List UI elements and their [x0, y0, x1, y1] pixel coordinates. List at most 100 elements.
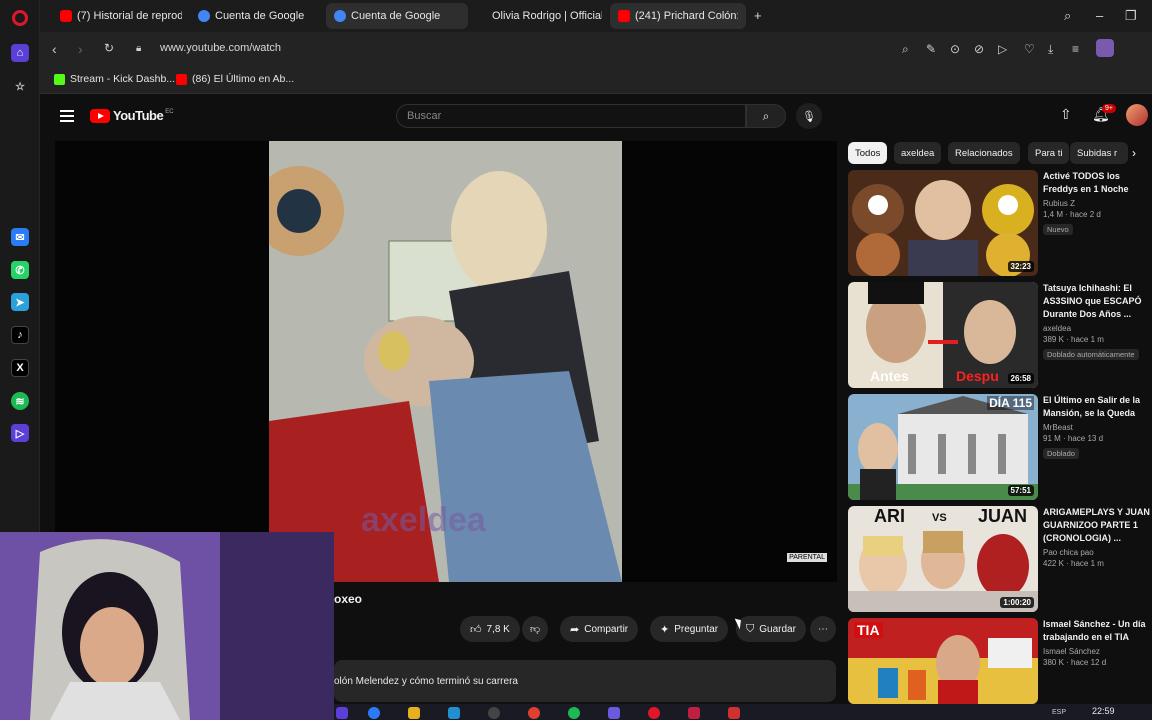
chip-todos[interactable]: Todos — [848, 142, 888, 164]
related-thumbnail[interactable]: TIA — [848, 618, 1038, 704]
related-thumbnail[interactable]: 32:23 — [848, 170, 1038, 276]
related-channel[interactable]: Pao chica pao — [1043, 548, 1152, 557]
screen: ⌂ ☆ ✉ ✆ ➤ ♪ X ≋ ▷ (7) Historial de repro… — [0, 0, 1152, 720]
x-twitter-icon[interactable]: X — [11, 359, 29, 377]
related-thumbnail[interactable]: Antes Despu 26:58 — [848, 282, 1038, 388]
edit-icon[interactable]: ✎ — [926, 42, 936, 56]
tab-4[interactable]: Olivia Rodrigo | Official Si — [484, 3, 610, 29]
related-title[interactable]: Ismael Sánchez - Un día trabajando en el… — [1043, 618, 1152, 644]
forward-icon[interactable]: › — [78, 41, 83, 57]
chrome-icon[interactable] — [528, 707, 540, 719]
find-icon[interactable]: ⌕ — [902, 42, 909, 57]
chevron-right-icon[interactable]: › — [1132, 146, 1136, 160]
adblock-icon[interactable]: ⊘ — [974, 42, 984, 56]
related-video[interactable]: Antes Despu 26:58 Tatsuya Ichihashi: El … — [848, 282, 1148, 390]
bookmark-label: (86) El Último en Ab... — [192, 73, 295, 85]
related-channel[interactable]: axeldea — [1043, 324, 1152, 333]
app-icon[interactable] — [728, 707, 740, 719]
language-indicator[interactable]: ESP — [1052, 709, 1066, 716]
related-thumbnail[interactable]: ARI VS JUAN 1:00:20 — [848, 506, 1038, 612]
related-video[interactable]: TIA Ismael Sánchez - Un día trabajando e… — [848, 618, 1148, 704]
related-title[interactable]: El Último en Salir de la Mansión, se la … — [1043, 394, 1152, 420]
chip-subidas[interactable]: Subidas r — [1070, 142, 1128, 164]
spotify-icon[interactable]: ≋ — [11, 392, 29, 410]
video-player[interactable]: axeldea PARENTAL — [55, 141, 837, 582]
avatar[interactable] — [1126, 104, 1148, 126]
messenger-icon[interactable]: ✉ — [11, 228, 29, 246]
tab-3[interactable]: Cuenta de Google — [326, 3, 468, 29]
clock[interactable]: 22:59 — [1092, 706, 1115, 716]
related-tag: Nuevo — [1043, 224, 1073, 235]
whatsapp-icon[interactable]: ✆ — [11, 261, 29, 279]
youtube-logo[interactable]: YouTube EC — [90, 108, 174, 123]
back-icon[interactable]: ‹ — [52, 41, 57, 57]
tab-1[interactable]: (7) Historial de reproducc — [52, 3, 190, 29]
like-button[interactable]: 👍︎ 7,8 K — [460, 616, 520, 642]
youtube-icon — [176, 73, 187, 85]
snapshot-icon[interactable]: ⊙ — [950, 42, 960, 56]
bookmark-youtube[interactable]: (86) El Último en Ab... — [176, 73, 294, 85]
related-title[interactable]: ARIGAMEPLAYS Y JUAN GUARNIZOO PARTE 1 (C… — [1043, 506, 1152, 545]
upload-icon[interactable]: ⇧ — [1060, 106, 1072, 123]
related-title[interactable]: Tatsuya Ichihashi: El AS3SINO que ESCAPÓ… — [1043, 282, 1152, 321]
app-icon[interactable] — [688, 707, 700, 719]
edge-icon[interactable] — [368, 707, 380, 719]
like-count: 7,8 K — [486, 623, 510, 635]
chip-axeldea[interactable]: axeldea — [894, 142, 942, 164]
share-icon: ➦ — [570, 623, 580, 636]
hamburger-menu-icon[interactable] — [60, 110, 74, 122]
tiktok-icon[interactable]: ♪ — [11, 326, 29, 344]
related-title[interactable]: Activé TODOS los Freddys en 1 Noche — [1043, 170, 1152, 196]
related-channel[interactable]: MrBeast — [1043, 423, 1152, 432]
restore-icon[interactable]: ❐ — [1125, 8, 1137, 24]
home-icon[interactable]: ⌂ — [11, 44, 29, 62]
download-icon[interactable]: ⤓ — [1048, 42, 1053, 57]
profile-icon[interactable] — [1096, 39, 1114, 57]
more-actions-button[interactable]: ⋯ — [810, 616, 836, 642]
dislike-button[interactable]: 👎︎ — [522, 616, 549, 642]
related-channel[interactable]: Rubius Z — [1043, 199, 1152, 208]
related-video[interactable]: ARI VS JUAN 1:00:20 ARIGAMEPLAYS Y JUAN … — [848, 506, 1150, 614]
share-button[interactable]: ➦ Compartir — [560, 616, 639, 642]
search-tabs-icon[interactable]: ⌕ — [1064, 8, 1071, 24]
tab-2[interactable]: Cuenta de Google — [190, 3, 326, 29]
spotify-icon[interactable] — [568, 707, 580, 719]
ask-button[interactable]: ✦ Preguntar — [650, 616, 729, 642]
url-field[interactable]: www.youtube.com/watch — [160, 42, 281, 54]
heart-icon[interactable]: ♡ — [1024, 42, 1035, 56]
bookmark-kick[interactable]: Stream - Kick Dashb... — [54, 73, 175, 85]
related-video[interactable]: DÍA 115 57:51 El Último en Salir de la M… — [848, 394, 1148, 502]
tab-5[interactable]: (241) Prichard Colón: l — [610, 3, 746, 29]
menu-icon[interactable]: ≡ — [1072, 42, 1079, 56]
bookmark-star-icon[interactable]: ☆ — [11, 77, 29, 95]
voice-search-button[interactable]: 🎙︎ — [796, 103, 822, 129]
minimize-icon[interactable]: – — [1096, 8, 1103, 23]
related-video[interactable]: 32:23 Activé TODOS los Freddys en 1 Noch… — [848, 170, 1148, 278]
youtube-play-icon — [90, 108, 110, 123]
telegram-icon[interactable]: ➤ — [11, 293, 29, 311]
reload-icon[interactable]: ↻ — [104, 41, 114, 55]
share-label: Compartir — [584, 623, 629, 635]
thumbs-down-icon: 👎︎ — [530, 624, 541, 635]
obs-icon[interactable] — [488, 707, 500, 719]
search-input[interactable] — [397, 105, 745, 127]
related-thumbnail[interactable]: DÍA 115 57:51 — [848, 394, 1038, 500]
file-explorer-icon[interactable] — [408, 707, 420, 719]
opera-logo-icon[interactable] — [12, 10, 28, 26]
description-box[interactable]: olón Melendez y cómo terminó su carrera — [334, 660, 836, 702]
chip-relacionados[interactable]: Relacionados — [948, 142, 1020, 164]
discord-icon[interactable] — [608, 707, 620, 719]
search-button[interactable]: ⌕ — [746, 104, 786, 128]
flow-icon[interactable]: ▷ — [998, 42, 1007, 56]
chip-para-ti[interactable]: Para ti — [1028, 142, 1070, 164]
related-info: ARIGAMEPLAYS Y JUAN GUARNIZOO PARTE 1 (C… — [1043, 506, 1152, 568]
search-icon: ⌕ — [762, 108, 770, 123]
save-button[interactable]: ⛉ Guardar — [736, 616, 806, 642]
player-icon[interactable]: ▷ — [11, 424, 29, 442]
store-icon[interactable] — [448, 707, 460, 719]
related-channel[interactable]: Ismael Sánchez — [1043, 647, 1152, 656]
new-tab-icon[interactable]: + — [754, 8, 762, 23]
opera-icon[interactable] — [648, 707, 660, 719]
related-info: Tatsuya Ichihashi: El AS3SINO que ESCAPÓ… — [1043, 282, 1152, 362]
app-icon[interactable] — [336, 707, 348, 719]
